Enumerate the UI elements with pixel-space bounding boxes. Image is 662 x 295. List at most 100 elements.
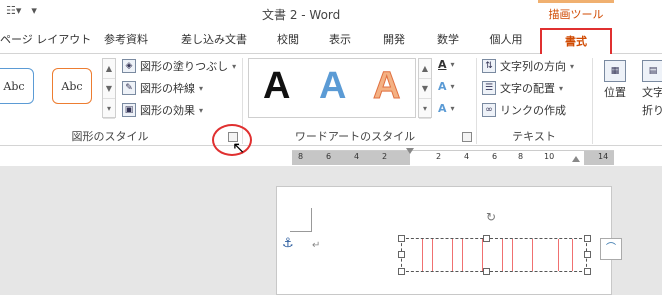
- ruler-number: 6: [492, 152, 498, 161]
- grid-line: [558, 239, 559, 271]
- tab-page-layout[interactable]: ページ レイアウト: [0, 28, 91, 54]
- chevron-down-icon: ▾: [199, 105, 204, 115]
- shape-style-sample-1[interactable]: Abc: [0, 68, 34, 104]
- position-button[interactable]: ▦ 位置: [604, 60, 626, 100]
- grid-line: [422, 239, 423, 271]
- ruler-number: 2: [436, 152, 442, 161]
- text-box[interactable]: [401, 238, 587, 272]
- resize-handle[interactable]: [483, 268, 490, 275]
- wordart-launcher-icon[interactable]: [462, 132, 472, 142]
- position-icon: ▦: [604, 60, 626, 82]
- tab-references[interactable]: 参考資料: [96, 28, 156, 54]
- create-link-label: リンクの作成: [500, 104, 566, 117]
- wordart-style-orange[interactable]: A: [372, 65, 400, 108]
- dropdown-icon[interactable]: ▾: [31, 4, 37, 17]
- resize-handle[interactable]: [584, 268, 591, 275]
- wrap-text-button[interactable]: ▤ 文字 折り返: [642, 60, 662, 118]
- wordart-gallery[interactable]: A A A: [248, 58, 416, 118]
- wordart-group-label: ワードアートのスタイル: [294, 130, 416, 143]
- shape-styles-group-label: 図形のスタイル: [71, 130, 149, 143]
- ruler-number: 8: [518, 152, 524, 161]
- chevron-down-icon: ▾: [199, 83, 204, 93]
- anchor-icon[interactable]: ⚓: [282, 236, 294, 251]
- ruler-number: 4: [354, 152, 360, 161]
- shape-fill-button[interactable]: ◈ 図形の塗りつぶし ▾: [122, 58, 236, 74]
- shape-effects-button[interactable]: ▣ 図形の効果 ▾: [122, 102, 203, 118]
- right-indent-marker[interactable]: [572, 156, 580, 162]
- ruler-margin-left: [292, 151, 410, 165]
- chevron-down-icon: ▾: [232, 61, 237, 71]
- grid-line: [572, 239, 573, 271]
- ribbon-tabs: ページ レイアウト 参考資料 差し込み文書 校閲 表示 開発 数学 個人用 書式: [0, 28, 662, 55]
- tab-personal[interactable]: 個人用: [482, 28, 530, 54]
- chevron-down-icon: ▾: [450, 82, 455, 91]
- text-group-label: テキスト: [512, 130, 556, 143]
- text-align-button[interactable]: ☰ 文字の配置 ▾: [482, 80, 563, 96]
- shape-fill-label: 図形の塗りつぶし: [140, 60, 229, 73]
- text-direction-button[interactable]: ⇅ 文字列の方向 ▾: [482, 58, 574, 74]
- tab-math[interactable]: 数学: [430, 28, 466, 54]
- shape-style-sample-2[interactable]: Abc: [52, 68, 92, 104]
- scroll-down-icon[interactable]: ▼: [103, 79, 115, 99]
- group-divider: [476, 58, 477, 144]
- resize-handle[interactable]: [584, 251, 591, 258]
- text-outline-icon: A: [438, 80, 447, 93]
- ruler-number: 8: [298, 152, 304, 161]
- wordart-gallery-scroll[interactable]: ▲ ▼ ▾: [418, 58, 432, 119]
- align-text-icon: ☰: [482, 81, 496, 95]
- tab-developer[interactable]: 開発: [376, 28, 412, 54]
- group-divider: [592, 58, 593, 144]
- resize-handle[interactable]: [584, 235, 591, 242]
- resize-handle[interactable]: [398, 235, 405, 242]
- text-outline-button[interactable]: A ▾: [438, 80, 455, 93]
- shape-gallery-scroll[interactable]: ▲ ▼ ▾: [102, 58, 116, 119]
- position-label: 位置: [604, 86, 626, 99]
- gallery-more-icon[interactable]: ▾: [103, 99, 115, 119]
- grid-line: [462, 239, 463, 271]
- shape-outline-label: 図形の枠線: [140, 82, 195, 95]
- tab-format[interactable]: 書式: [540, 28, 612, 55]
- grid-line: [512, 239, 513, 271]
- scroll-up-icon[interactable]: ▲: [103, 59, 115, 79]
- horizontal-ruler[interactable]: 8 6 4 2 2 4 6 8 10 14: [292, 150, 614, 165]
- rotate-handle-icon[interactable]: ↻: [486, 210, 496, 224]
- scroll-up-icon[interactable]: ▲: [419, 59, 431, 79]
- tab-mailings[interactable]: 差し込み文書: [176, 28, 252, 54]
- effects-icon: ▣: [122, 103, 136, 117]
- scroll-down-icon[interactable]: ▼: [419, 79, 431, 99]
- ribbon: Abc Abc ▲ ▼ ▾ ◈ 図形の塗りつぶし ▾ ✎ 図形の枠線 ▾ ▣ 図…: [0, 54, 662, 146]
- grid-line: [532, 239, 533, 271]
- quick-access-toolbar: ☷▾ ▾: [6, 4, 37, 17]
- chevron-down-icon: ▾: [559, 83, 564, 93]
- chevron-down-icon: ▾: [450, 104, 455, 113]
- layout-options-icon[interactable]: ⌒: [600, 238, 622, 260]
- resize-handle[interactable]: [483, 235, 490, 242]
- text-fill-icon: A: [438, 58, 447, 71]
- context-group-label: 描画ツール: [548, 8, 604, 21]
- first-line-indent-marker[interactable]: [406, 148, 414, 154]
- ruler-number: 14: [598, 152, 609, 161]
- ruler-number: 10: [544, 152, 555, 161]
- tab-view[interactable]: 表示: [322, 28, 358, 54]
- context-group-bar: [538, 0, 614, 3]
- resize-handle[interactable]: [398, 251, 405, 258]
- resize-handle[interactable]: [398, 268, 405, 275]
- gallery-more-icon[interactable]: ▾: [419, 99, 431, 119]
- list-icon[interactable]: ☷▾: [6, 4, 21, 17]
- text-effects-icon: A: [438, 102, 447, 115]
- title-bar: ☷▾ ▾ 文書 2 - Word 描画ツール: [0, 0, 662, 28]
- margin-corner-mark: [311, 208, 312, 232]
- wordart-style-black[interactable]: A: [263, 65, 290, 108]
- paint-bucket-icon: ◈: [122, 59, 136, 73]
- grid-line: [432, 239, 433, 271]
- grid-line: [452, 239, 453, 271]
- mouse-cursor-icon: ↖: [232, 138, 246, 157]
- text-effects-button[interactable]: A ▾: [438, 102, 455, 115]
- margin-corner-mark: [290, 231, 312, 232]
- wordart-style-blue[interactable]: A: [319, 65, 346, 108]
- create-link-button[interactable]: ∞ リンクの作成: [482, 102, 566, 118]
- text-fill-button[interactable]: A ▾: [438, 58, 455, 71]
- tab-review[interactable]: 校閲: [270, 28, 306, 54]
- wrap-text-label-2: 折り返: [642, 104, 662, 117]
- shape-outline-button[interactable]: ✎ 図形の枠線 ▾: [122, 80, 203, 96]
